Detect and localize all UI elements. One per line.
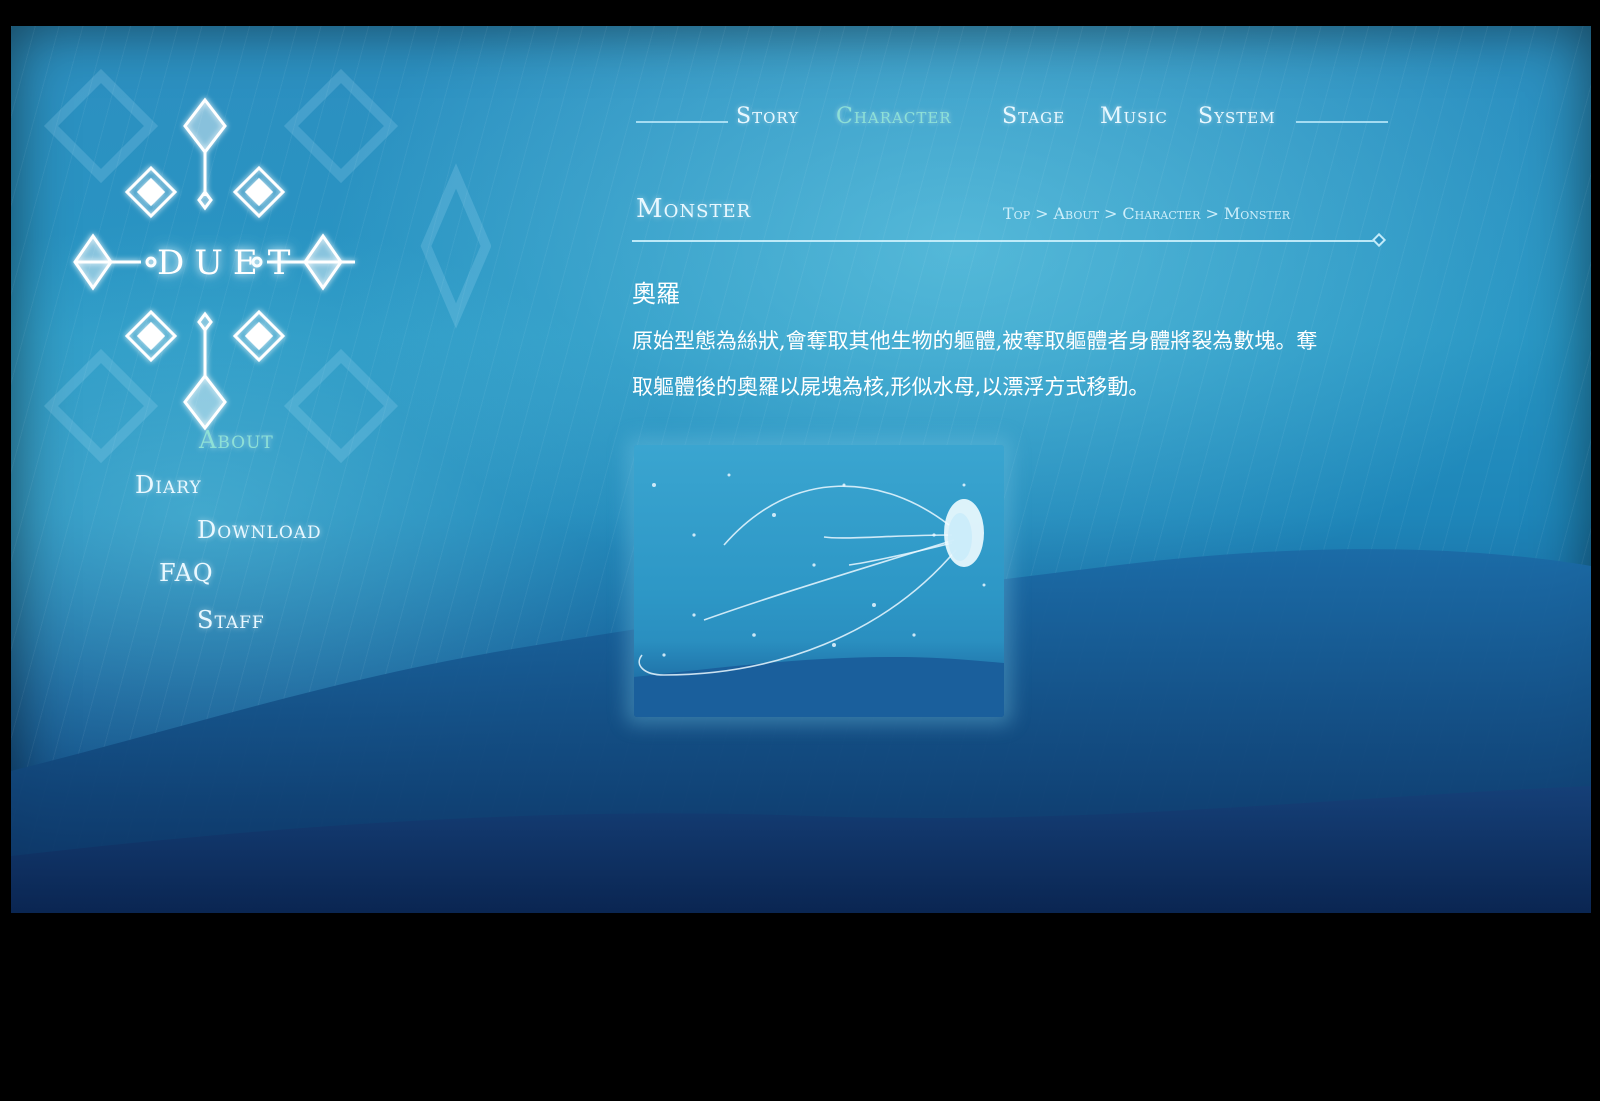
breadcrumb-separator: > xyxy=(1103,204,1118,223)
sidebar-item-faq[interactable]: FAQ xyxy=(159,559,214,587)
breadcrumb-top[interactable]: Top xyxy=(1003,204,1030,223)
jellyfish-illustration-icon xyxy=(634,473,1004,717)
nav-story[interactable]: Story xyxy=(736,104,799,129)
top-navigation: Story Character Stage Music System xyxy=(636,104,1388,136)
duet-logo[interactable]: DUET xyxy=(71,96,371,436)
nav-music[interactable]: Music xyxy=(1100,104,1168,129)
header-divider xyxy=(632,240,1380,242)
nav-line-right xyxy=(1296,121,1388,123)
breadcrumb-character[interactable]: Character xyxy=(1122,204,1200,223)
nav-character[interactable]: Character xyxy=(836,104,952,129)
breadcrumb-about[interactable]: About xyxy=(1054,204,1099,223)
sidebar-item-about[interactable]: About xyxy=(199,426,274,454)
description-line: 取軀體後的奧羅以屍塊為核,形似水母,以漂浮方式移動。 xyxy=(632,375,1150,399)
nav-system[interactable]: System xyxy=(1198,104,1276,129)
character-description: 原始型態為絲狀,會奪取其他生物的軀體,被奪取軀體者身體將裂為數塊。奪 取軀體後的… xyxy=(632,318,1392,410)
description-line: 原始型態為絲狀,會奪取其他生物的軀體,被奪取軀體者身體將裂為數塊。奪 xyxy=(632,329,1318,353)
nav-stage[interactable]: Stage xyxy=(1002,104,1065,129)
breadcrumb-separator: > xyxy=(1205,204,1219,223)
character-artwork xyxy=(634,445,1004,717)
sidebar-item-download[interactable]: Download xyxy=(197,516,322,544)
breadcrumb-current: Monster xyxy=(1223,204,1291,223)
character-name: 奧羅 xyxy=(632,280,680,308)
logo-text: DUET xyxy=(157,243,301,283)
nav-line-left xyxy=(636,121,728,123)
page-title: Monster xyxy=(636,194,752,224)
sidebar-item-staff[interactable]: Staff xyxy=(197,606,265,634)
breadcrumb-separator: > xyxy=(1035,204,1049,223)
sidebar-item-diary[interactable]: Diary xyxy=(135,471,202,499)
breadcrumb: Top > About > Character > Monster xyxy=(1003,204,1290,223)
